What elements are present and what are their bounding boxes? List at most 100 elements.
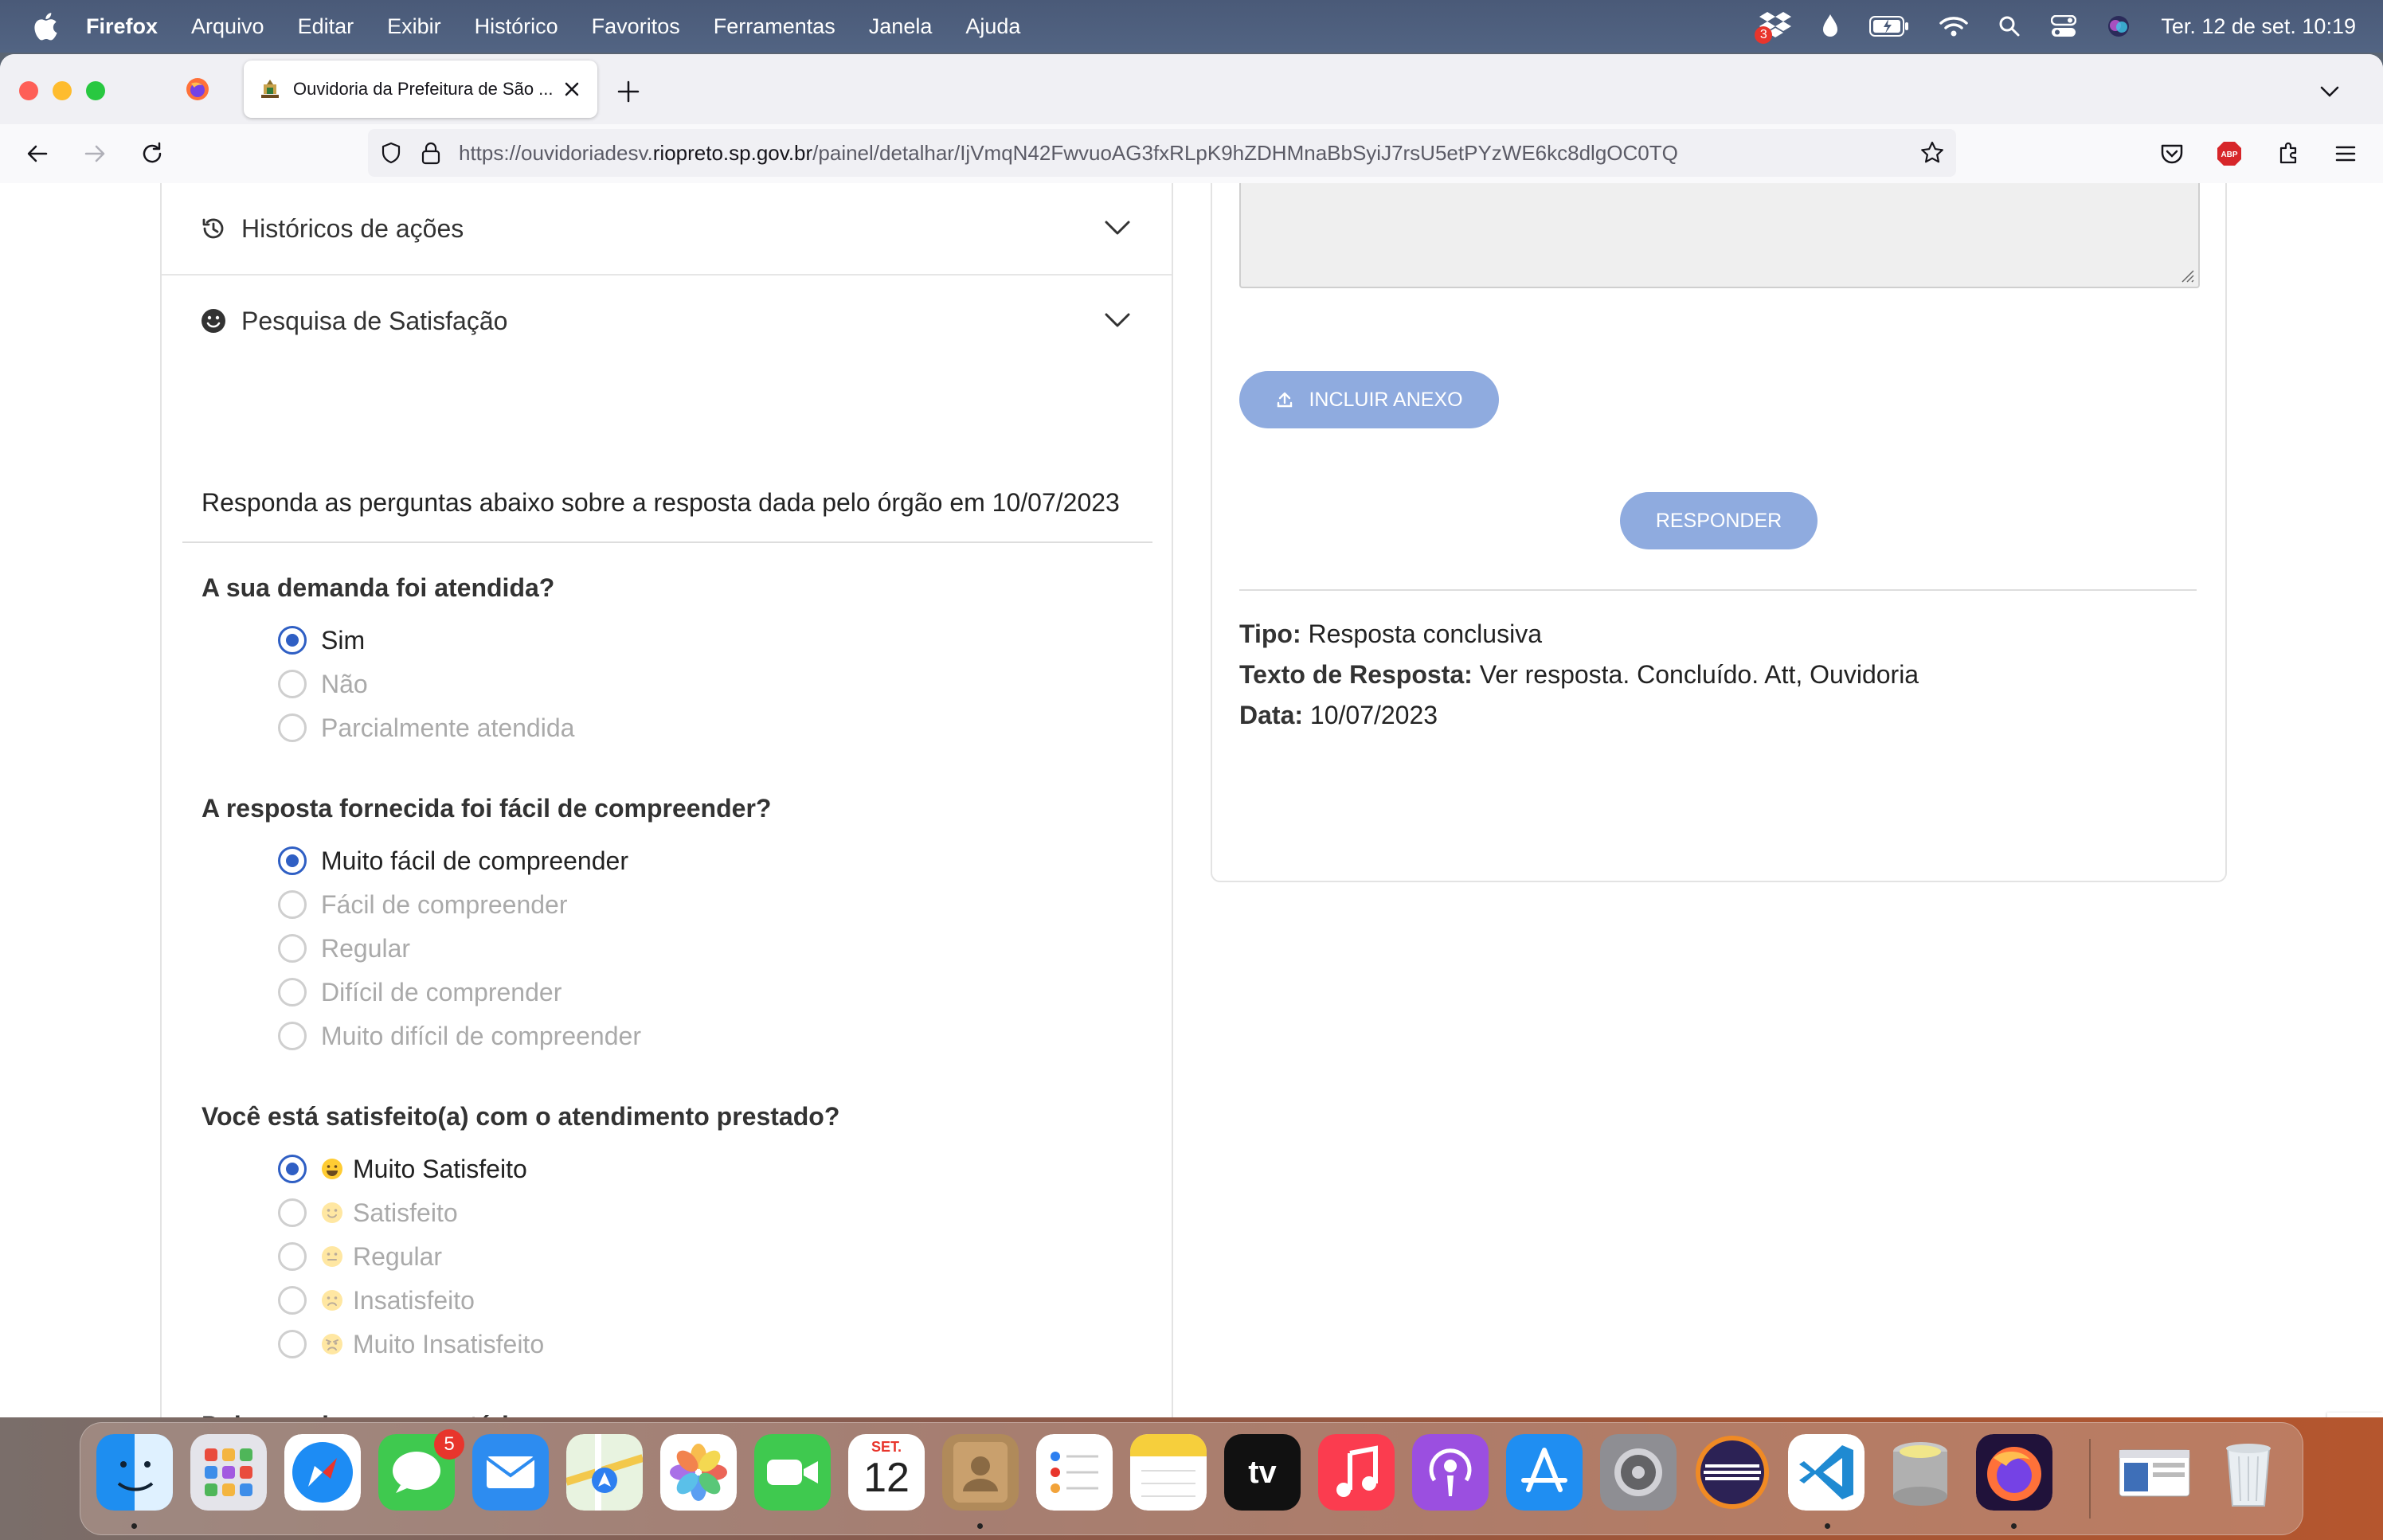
trash-icon[interactable] — [2210, 1434, 2287, 1511]
radio-option[interactable]: Difícil de comprender — [278, 976, 562, 1008]
database-app-icon[interactable] — [1882, 1434, 1958, 1511]
drop-icon[interactable] — [1821, 14, 1839, 38]
forward-arrow-icon[interactable] — [81, 140, 108, 167]
slightly-smiling-face-icon — [322, 1202, 342, 1223]
radio-button[interactable] — [278, 1286, 307, 1315]
eclipse-icon[interactable] — [1694, 1434, 1771, 1511]
attach-file-button[interactable]: INCLUIR ANEXO — [1239, 371, 1499, 428]
radio-button[interactable] — [278, 670, 307, 698]
radio-button[interactable] — [278, 978, 307, 1006]
back-arrow-icon[interactable] — [24, 140, 51, 167]
divider — [1239, 589, 2197, 591]
lock-icon[interactable] — [421, 141, 441, 165]
radio-button[interactable] — [278, 1198, 307, 1227]
photos-icon[interactable] — [660, 1434, 737, 1511]
control-center-icon[interactable] — [2051, 15, 2077, 37]
reply-button[interactable]: RESPONDER — [1620, 492, 1818, 549]
radio-option[interactable]: Muito fácil de compreender — [278, 845, 628, 877]
music-icon[interactable] — [1318, 1434, 1395, 1511]
response-text-value: Ver resposta. Concluído. Att, Ouvidoria — [1479, 660, 1919, 689]
radio-option[interactable]: Regular — [278, 1241, 442, 1272]
address-bar[interactable]: https://ouvidoriadesv.riopreto.sp.gov.br… — [368, 129, 1956, 177]
extensions-puzzle-icon[interactable] — [2275, 140, 2302, 167]
accordion-history[interactable]: Históricos de ações — [162, 183, 1172, 276]
apple-tv-icon[interactable]: tv — [1224, 1434, 1301, 1511]
system-settings-icon[interactable] — [1600, 1434, 1677, 1511]
adblock-plus-icon[interactable]: ABP — [2216, 140, 2243, 167]
menu-exibir[interactable]: Exibir — [387, 14, 441, 39]
apple-icon[interactable] — [30, 10, 59, 42]
battery-icon[interactable] — [1869, 16, 1909, 37]
menu-favoritos[interactable]: Favoritos — [592, 14, 680, 39]
firefox-pinned-tab-icon[interactable] — [185, 76, 210, 102]
menu-app-name[interactable]: Firefox — [86, 14, 158, 39]
response-textarea[interactable] — [1239, 183, 2200, 288]
finder-icon[interactable] — [96, 1434, 173, 1511]
menu-janela[interactable]: Janela — [869, 14, 933, 39]
maps-icon[interactable] — [566, 1434, 643, 1511]
radio-option[interactable]: Satisfeito — [278, 1197, 458, 1229]
radio-button[interactable] — [278, 1242, 307, 1271]
launchpad-icon[interactable] — [190, 1434, 267, 1511]
accordion-satisfaction-survey[interactable]: Pesquisa de Satisfação — [162, 276, 1172, 366]
radio-option[interactable]: Fácil de compreender — [278, 889, 567, 920]
menu-arquivo[interactable]: Arquivo — [191, 14, 264, 39]
dropbox-status-icon[interactable]: 3 — [1755, 10, 1792, 44]
radio-option[interactable]: Não — [278, 668, 368, 700]
reminders-icon[interactable] — [1036, 1434, 1113, 1511]
menu-ferramentas[interactable]: Ferramentas — [714, 14, 835, 39]
menu-editar[interactable]: Editar — [298, 14, 354, 39]
safari-icon[interactable] — [284, 1434, 361, 1511]
menu-historico[interactable]: Histórico — [475, 14, 558, 39]
radio-option[interactable]: Insatisfeito — [278, 1284, 475, 1316]
spotlight-search-icon[interactable] — [1998, 15, 2021, 37]
podcasts-icon[interactable] — [1412, 1434, 1489, 1511]
new-tab-plus-icon[interactable] — [615, 78, 642, 105]
resize-grip-icon[interactable] — [2178, 266, 2195, 283]
radio-button[interactable] — [278, 626, 307, 655]
response-text-row: Texto de Resposta: Ver resposta. Concluí… — [1239, 660, 1919, 690]
chevron-down-icon[interactable] — [1102, 215, 1133, 239]
radio-button[interactable] — [278, 890, 307, 919]
mail-icon[interactable] — [472, 1434, 549, 1511]
vscode-icon[interactable] — [1788, 1434, 1865, 1511]
radio-option[interactable]: Regular — [278, 932, 410, 964]
app-store-icon[interactable] — [1506, 1434, 1583, 1511]
reload-icon[interactable] — [139, 140, 166, 167]
tab-list-chevron-down-icon[interactable] — [2318, 80, 2342, 104]
hamburger-menu-icon[interactable] — [2332, 140, 2359, 167]
radio-option[interactable]: Parcialmente atendida — [278, 712, 574, 744]
pocket-icon[interactable] — [2158, 140, 2185, 167]
radio-button[interactable] — [278, 713, 307, 742]
notes-icon[interactable] — [1130, 1434, 1207, 1511]
menubar-clock[interactable]: Ter. 12 de set. 10:19 — [2161, 14, 2356, 39]
firefox-icon[interactable] — [1976, 1434, 2052, 1511]
facetime-icon[interactable] — [754, 1434, 831, 1511]
bookmark-star-icon[interactable] — [1919, 140, 1945, 166]
radio-option[interactable]: Muito Satisfeito — [278, 1153, 527, 1185]
radio-option[interactable]: Muito Insatisfeito — [278, 1328, 544, 1360]
close-window-button[interactable] — [19, 81, 38, 100]
minimize-window-button[interactable] — [53, 81, 72, 100]
radio-button[interactable] — [278, 1022, 307, 1050]
close-tab-icon[interactable] — [561, 78, 583, 100]
menu-ajuda[interactable]: Ajuda — [965, 14, 1020, 39]
siri-icon[interactable] — [2107, 14, 2131, 38]
radio-button[interactable] — [278, 934, 307, 963]
minimized-window-thumbnail-icon[interactable] — [2116, 1434, 2193, 1511]
wifi-icon[interactable] — [1939, 15, 1969, 37]
tracking-protection-shield-icon[interactable] — [379, 141, 403, 165]
url-text[interactable]: https://ouvidoriadesv.riopreto.sp.gov.br… — [459, 141, 1678, 166]
response-type-label: Tipo: — [1239, 620, 1301, 648]
radio-option[interactable]: Sim — [278, 624, 365, 656]
zoom-window-button[interactable] — [86, 81, 105, 100]
chevron-down-icon[interactable] — [1102, 307, 1133, 331]
radio-button[interactable] — [278, 846, 307, 875]
radio-button[interactable] — [278, 1155, 307, 1183]
tab-ouvidoria[interactable]: Ouvidoria da Prefeitura de São ... — [244, 61, 597, 118]
contacts-icon[interactable] — [942, 1434, 1019, 1511]
calendar-icon[interactable]: SET. 12 — [848, 1434, 925, 1511]
radio-option[interactable]: Muito difícil de compreender — [278, 1020, 641, 1052]
radio-button[interactable] — [278, 1330, 307, 1358]
response-panel: INCLUIR ANEXO RESPONDER Tipo: Resposta c… — [1211, 183, 2227, 882]
